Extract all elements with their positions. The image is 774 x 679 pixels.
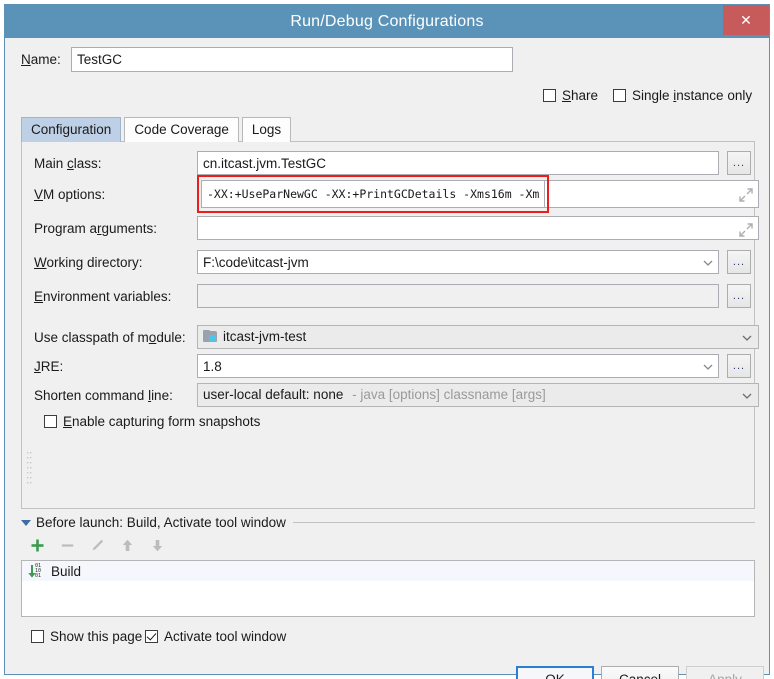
tab-bar: Configuration Code Coverage Logs — [21, 117, 291, 142]
share-label: Share — [562, 88, 598, 103]
use-classpath-of-module-combo[interactable]: itcast-jvm-test — [197, 325, 759, 349]
expand-arrows-icon-vm-options[interactable] — [738, 187, 754, 203]
jre-input[interactable] — [197, 354, 719, 378]
collapse-triangle-icon[interactable] — [21, 520, 31, 526]
before-launch-list[interactable]: 011001 Build — [21, 560, 755, 617]
program-arguments-label: Program arguments: — [34, 221, 157, 236]
tab-code-coverage[interactable]: Code Coverage — [124, 117, 239, 142]
add-button[interactable] — [29, 537, 46, 554]
before-launch-toolbar — [29, 537, 166, 554]
working-directory-label: Working directory: — [34, 255, 143, 270]
environment-variables-input[interactable] — [197, 284, 719, 308]
main-class-browse-button[interactable]: ... — [727, 151, 751, 175]
show-this-page-checkbox[interactable]: Show this page — [31, 629, 142, 644]
panel-splitter-handle[interactable] — [27, 452, 32, 486]
before-launch-title: Before launch: Build, Activate tool wind… — [36, 515, 286, 530]
single-instance-checkbox[interactable]: Single instance only — [613, 88, 752, 103]
configuration-panel: Main class: ... VM options: Program argu… — [21, 141, 755, 509]
move-down-button[interactable] — [149, 537, 166, 554]
list-item-label: Build — [51, 564, 81, 579]
shorten-command-line-value: user-local default: none — [203, 387, 343, 402]
apply-button[interactable]: Apply — [686, 666, 764, 679]
pencil-icon — [89, 537, 106, 554]
use-classpath-of-module-value: itcast-jvm-test — [223, 329, 306, 344]
build-icon-bits: 011001 — [35, 564, 41, 579]
name-row: Name: — [5, 47, 769, 75]
remove-button[interactable] — [59, 537, 76, 554]
activate-tool-window-checkbox-box[interactable] — [145, 630, 158, 643]
jre-label: JRE: — [34, 359, 63, 374]
show-this-page-label: Show this page — [50, 629, 142, 644]
arrow-down-icon — [149, 537, 166, 554]
window-title: Run/Debug Configurations — [5, 5, 769, 38]
vm-options-input[interactable] — [201, 180, 545, 208]
single-instance-checkbox-box[interactable] — [613, 89, 626, 102]
activate-tool-window-label: Activate tool window — [164, 629, 286, 644]
dialog-window: Run/Debug Configurations ✕ Name: Share S… — [4, 4, 770, 675]
enable-capturing-checkbox-box[interactable] — [44, 415, 57, 428]
program-arguments-input[interactable] — [197, 216, 759, 240]
minus-icon — [59, 537, 76, 554]
list-item[interactable]: 011001 Build — [22, 561, 754, 581]
environment-variables-label: Environment variables: — [34, 289, 171, 304]
environment-variables-browse-button[interactable]: ... — [727, 284, 751, 308]
tab-configuration[interactable]: Configuration — [21, 117, 121, 142]
before-launch-header[interactable]: Before launch: Build, Activate tool wind… — [21, 515, 293, 530]
show-this-page-checkbox-box[interactable] — [31, 630, 44, 643]
working-directory-browse-button[interactable]: ... — [727, 250, 751, 274]
plus-icon — [29, 537, 46, 554]
share-checkbox[interactable]: Share — [543, 88, 598, 103]
jre-browse-button[interactable]: ... — [727, 354, 751, 378]
move-up-button[interactable] — [119, 537, 136, 554]
share-checkbox-box[interactable] — [543, 89, 556, 102]
shorten-command-line-combo[interactable]: user-local default: none - java [options… — [197, 383, 759, 407]
ok-button[interactable]: OK — [516, 666, 594, 679]
arrow-up-icon — [119, 537, 136, 554]
build-icon: 011001 — [27, 564, 45, 579]
enable-capturing-label: Enable capturing form snapshots — [63, 414, 260, 429]
run-debug-configurations-dialog: Run/Debug Configurations ✕ Name: Share S… — [0, 0, 774, 679]
close-icon[interactable]: ✕ — [723, 5, 769, 35]
name-input[interactable] — [71, 47, 513, 72]
module-folder-icon — [203, 330, 218, 343]
activate-tool-window-checkbox[interactable]: Activate tool window — [145, 629, 286, 644]
main-class-input[interactable] — [197, 151, 719, 175]
vm-options-label: VM options: — [34, 187, 105, 202]
single-instance-label: Single instance only — [632, 88, 752, 103]
dialog-body: Name: Share Single instance only Configu… — [5, 38, 769, 674]
shorten-command-line-hint: - java [options] classname [args] — [352, 387, 546, 402]
expand-arrows-icon-program-arguments[interactable] — [738, 222, 754, 238]
cancel-button[interactable]: Cancel — [601, 666, 679, 679]
name-label: Name: — [21, 52, 61, 67]
enable-capturing-checkbox[interactable]: Enable capturing form snapshots — [44, 414, 260, 429]
working-directory-input[interactable] — [197, 250, 719, 274]
shorten-command-line-label: Shorten command line: — [34, 388, 173, 403]
title-bar: Run/Debug Configurations ✕ — [5, 5, 769, 38]
vm-options-input-tail[interactable] — [545, 180, 759, 208]
tab-logs[interactable]: Logs — [242, 117, 291, 142]
edit-button[interactable] — [89, 537, 106, 554]
use-classpath-of-module-label: Use classpath of module: — [34, 330, 186, 345]
main-class-label: Main class: — [34, 156, 102, 171]
